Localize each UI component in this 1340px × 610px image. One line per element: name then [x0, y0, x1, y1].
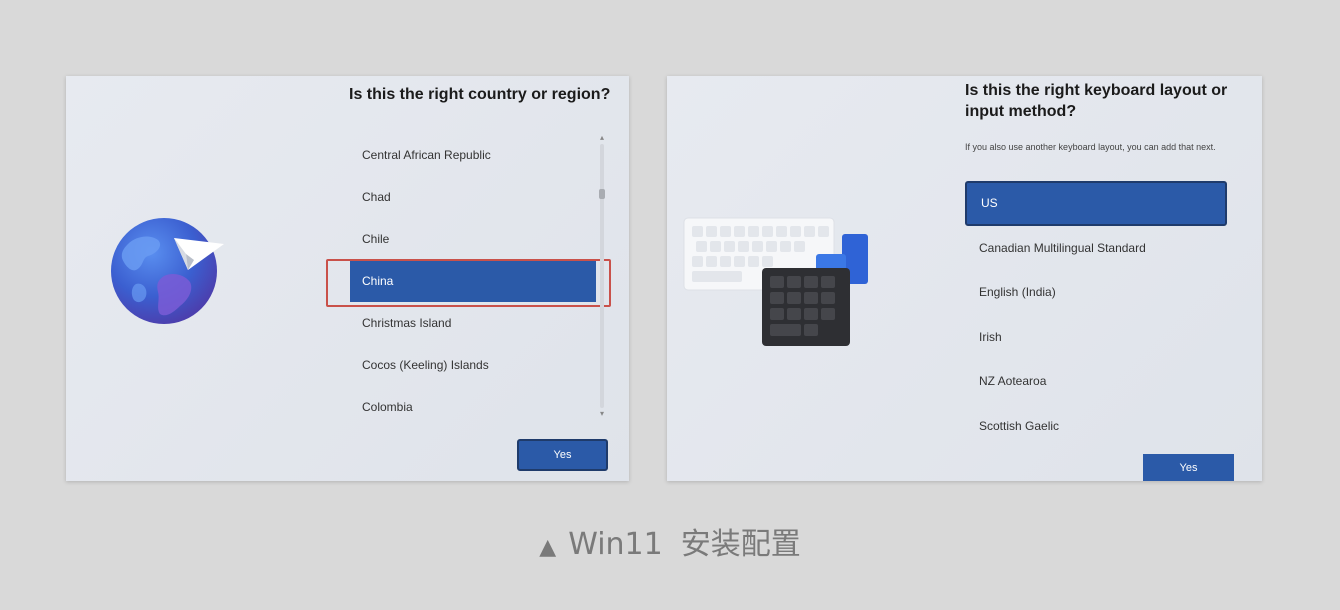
scroll-track[interactable]	[600, 144, 604, 408]
yes-button[interactable]: Yes	[517, 439, 608, 471]
image-caption: ▲ Win11 安装配置	[0, 522, 1340, 571]
list-item[interactable]: Canadian Multilingual Standard	[965, 226, 1227, 271]
list-item[interactable]: English (India)	[965, 270, 1227, 315]
list-item[interactable]: Irish	[965, 315, 1227, 360]
list-item[interactable]: Colombia	[350, 386, 596, 428]
list-scrollbar[interactable]: ▴ ▾	[598, 134, 606, 419]
keyboard-layout-list[interactable]: US Canadian Multilingual Standard Englis…	[965, 181, 1227, 431]
yes-button[interactable]: Yes	[1143, 454, 1234, 481]
caption-os: Win11	[568, 527, 663, 562]
page-title: Is this the right keyboard layout or inp…	[965, 82, 1228, 120]
list-item[interactable]: Chile	[350, 218, 596, 260]
caption-text: 安装配置	[680, 527, 801, 562]
keyboard-layout-panel: Is this the right keyboard layout or inp…	[667, 76, 1262, 481]
globe-icon	[111, 218, 224, 324]
list-item[interactable]: Cocos (Keeling) Islands	[350, 344, 596, 386]
list-item[interactable]: Scottish Gaelic	[965, 404, 1227, 432]
list-item[interactable]: Chad	[350, 176, 596, 218]
scroll-up-icon[interactable]: ▴	[598, 134, 606, 142]
page-title: Is this the right country or region?	[349, 86, 611, 103]
list-item-selected[interactable]: US	[965, 181, 1227, 226]
triangle-up-icon: ▲	[539, 535, 557, 560]
scroll-thumb[interactable]	[599, 189, 605, 199]
scroll-down-icon[interactable]: ▾	[598, 410, 606, 418]
list-item[interactable]: Central African Republic	[350, 134, 596, 176]
list-item[interactable]: Christmas Island	[350, 302, 596, 344]
subtitle: If you also use another keyboard layout,…	[965, 142, 1216, 152]
selection-highlight-annotation	[326, 259, 611, 307]
list-item[interactable]: NZ Aotearoa	[965, 359, 1227, 404]
country-region-panel: Is this the right country or region? Cen…	[66, 76, 629, 481]
keyboard-icon	[683, 217, 868, 346]
numpad-icon	[762, 268, 850, 346]
